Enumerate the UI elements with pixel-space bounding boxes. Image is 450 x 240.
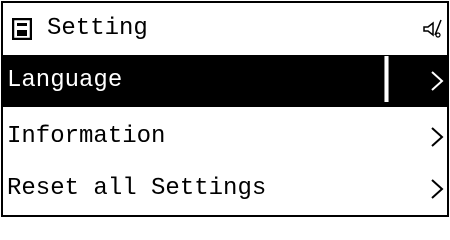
header-bar: Setting — [3, 3, 447, 55]
chevron-right-icon — [431, 179, 444, 199]
menu-item-label: Language — [7, 67, 123, 94]
menu-item-label: Reset all Settings — [7, 175, 267, 202]
sound-off-icon — [423, 19, 442, 38]
menu-item-label: Information — [7, 123, 166, 150]
menu-item-reset-all-settings[interactable]: Reset all Settings — [3, 163, 447, 215]
floppy-disk-icon — [12, 18, 32, 40]
menu-item-language[interactable]: Language — [3, 55, 447, 107]
chevron-right-icon — [431, 71, 444, 91]
scrollbar[interactable] — [384, 56, 389, 102]
menu-item-information[interactable]: Information — [3, 111, 447, 163]
settings-screen: Setting Language Information Reset all S… — [1, 1, 449, 217]
page-title: Setting — [47, 15, 148, 42]
chevron-right-icon — [431, 127, 444, 147]
